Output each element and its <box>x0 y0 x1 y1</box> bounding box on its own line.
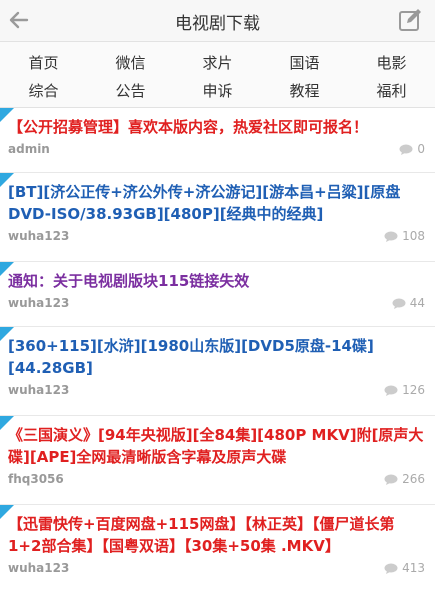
thread-author[interactable]: wuha123 <box>8 383 69 397</box>
thread-item[interactable]: 【迅雷快传+百度网盘+115网盘】【林正英】【僵尸道长第1+2部合集】【国粤双语… <box>0 505 435 591</box>
reply-count: 126 <box>384 383 425 397</box>
thread-list: 【公开招募管理】喜欢本版内容，热爱社区即可报名！ admin 0 [BT][济公… <box>0 108 435 591</box>
thread-title[interactable]: [BT][济公正传+济公外传+济公游记][游本昌+吕粱][原盘DVD-ISO/3… <box>8 181 425 225</box>
thread-item[interactable]: [360+115][水浒][1980山东版][DVD5原盘-14碟][44.28… <box>0 327 435 416</box>
nav-item-general[interactable]: 综合 <box>0 78 87 106</box>
top-header: 电视剧下载 <box>0 0 435 42</box>
comment-icon <box>384 563 398 574</box>
thread-title[interactable]: 【迅雷快传+百度网盘+115网盘】【林正英】【僵尸道长第1+2部合集】【国粤双语… <box>8 513 425 557</box>
thread-meta: admin 0 <box>8 142 425 156</box>
thread-author[interactable]: wuha123 <box>8 561 69 575</box>
comment-icon <box>384 385 398 396</box>
nav-row-1: 首页 微信 求片 国语 电影 <box>0 50 435 78</box>
nav-item-wechat[interactable]: 微信 <box>87 50 174 78</box>
nav-item-announcement[interactable]: 公告 <box>87 78 174 106</box>
reply-count: 0 <box>399 142 425 156</box>
page-title: 电视剧下载 <box>175 14 260 34</box>
thread-meta: wuha123 44 <box>8 296 425 310</box>
pinned-badge <box>0 416 14 430</box>
thread-meta: wuha123 126 <box>8 383 425 397</box>
reply-count: 413 <box>384 561 425 575</box>
reply-count-value: 0 <box>417 142 425 156</box>
thread-author[interactable]: wuha123 <box>8 229 69 243</box>
nav-item-mandarin[interactable]: 国语 <box>261 50 348 78</box>
thread-author[interactable]: fhq3056 <box>8 472 64 486</box>
edit-post-icon[interactable] <box>397 7 423 33</box>
pinned-badge <box>0 108 14 122</box>
pinned-badge <box>0 262 14 276</box>
thread-meta: fhq3056 266 <box>8 472 425 486</box>
category-nav: 首页 微信 求片 国语 电影 综合 公告 申诉 教程 福利 <box>0 42 435 108</box>
nav-item-appeal[interactable]: 申诉 <box>174 78 261 106</box>
reply-count: 44 <box>392 296 425 310</box>
thread-item[interactable]: 《三国演义》[94年央视版][全84集][480P MKV]附[原声大碟][AP… <box>0 416 435 505</box>
comment-icon <box>384 231 398 242</box>
thread-author[interactable]: wuha123 <box>8 296 69 310</box>
thread-meta: wuha123 108 <box>8 229 425 243</box>
nav-item-tutorial[interactable]: 教程 <box>261 78 348 106</box>
nav-row-2: 综合 公告 申诉 教程 福利 <box>0 78 435 106</box>
thread-author[interactable]: admin <box>8 142 50 156</box>
thread-title[interactable]: [360+115][水浒][1980山东版][DVD5原盘-14碟][44.28… <box>8 335 425 379</box>
reply-count-value: 44 <box>409 296 425 310</box>
comment-icon <box>399 144 413 155</box>
thread-title[interactable]: 通知：关于电视剧版块115链接失效 <box>8 270 425 292</box>
thread-item[interactable]: 通知：关于电视剧版块115链接失效 wuha123 44 <box>0 262 435 327</box>
comment-icon <box>384 474 398 485</box>
thread-item[interactable]: [BT][济公正传+济公外传+济公游记][游本昌+吕粱][原盘DVD-ISO/3… <box>0 173 435 262</box>
reply-count-value: 266 <box>402 472 425 486</box>
reply-count-value: 108 <box>402 229 425 243</box>
reply-count-value: 413 <box>402 561 425 575</box>
thread-item[interactable]: 【公开招募管理】喜欢本版内容，热爱社区即可报名！ admin 0 <box>0 108 435 173</box>
nav-item-request[interactable]: 求片 <box>174 50 261 78</box>
nav-item-home[interactable]: 首页 <box>0 50 87 78</box>
reply-count: 108 <box>384 229 425 243</box>
pinned-badge <box>0 173 14 187</box>
back-arrow-icon[interactable] <box>6 7 32 33</box>
thread-meta: wuha123 413 <box>8 561 425 575</box>
thread-title[interactable]: 【公开招募管理】喜欢本版内容，热爱社区即可报名！ <box>8 116 425 138</box>
reply-count: 266 <box>384 472 425 486</box>
comment-icon <box>392 298 406 309</box>
pinned-badge <box>0 505 14 519</box>
thread-title[interactable]: 《三国演义》[94年央视版][全84集][480P MKV]附[原声大碟][AP… <box>8 424 425 468</box>
nav-item-movie[interactable]: 电影 <box>348 50 435 78</box>
nav-item-welfare[interactable]: 福利 <box>348 78 435 106</box>
pinned-badge <box>0 327 14 341</box>
reply-count-value: 126 <box>402 383 425 397</box>
